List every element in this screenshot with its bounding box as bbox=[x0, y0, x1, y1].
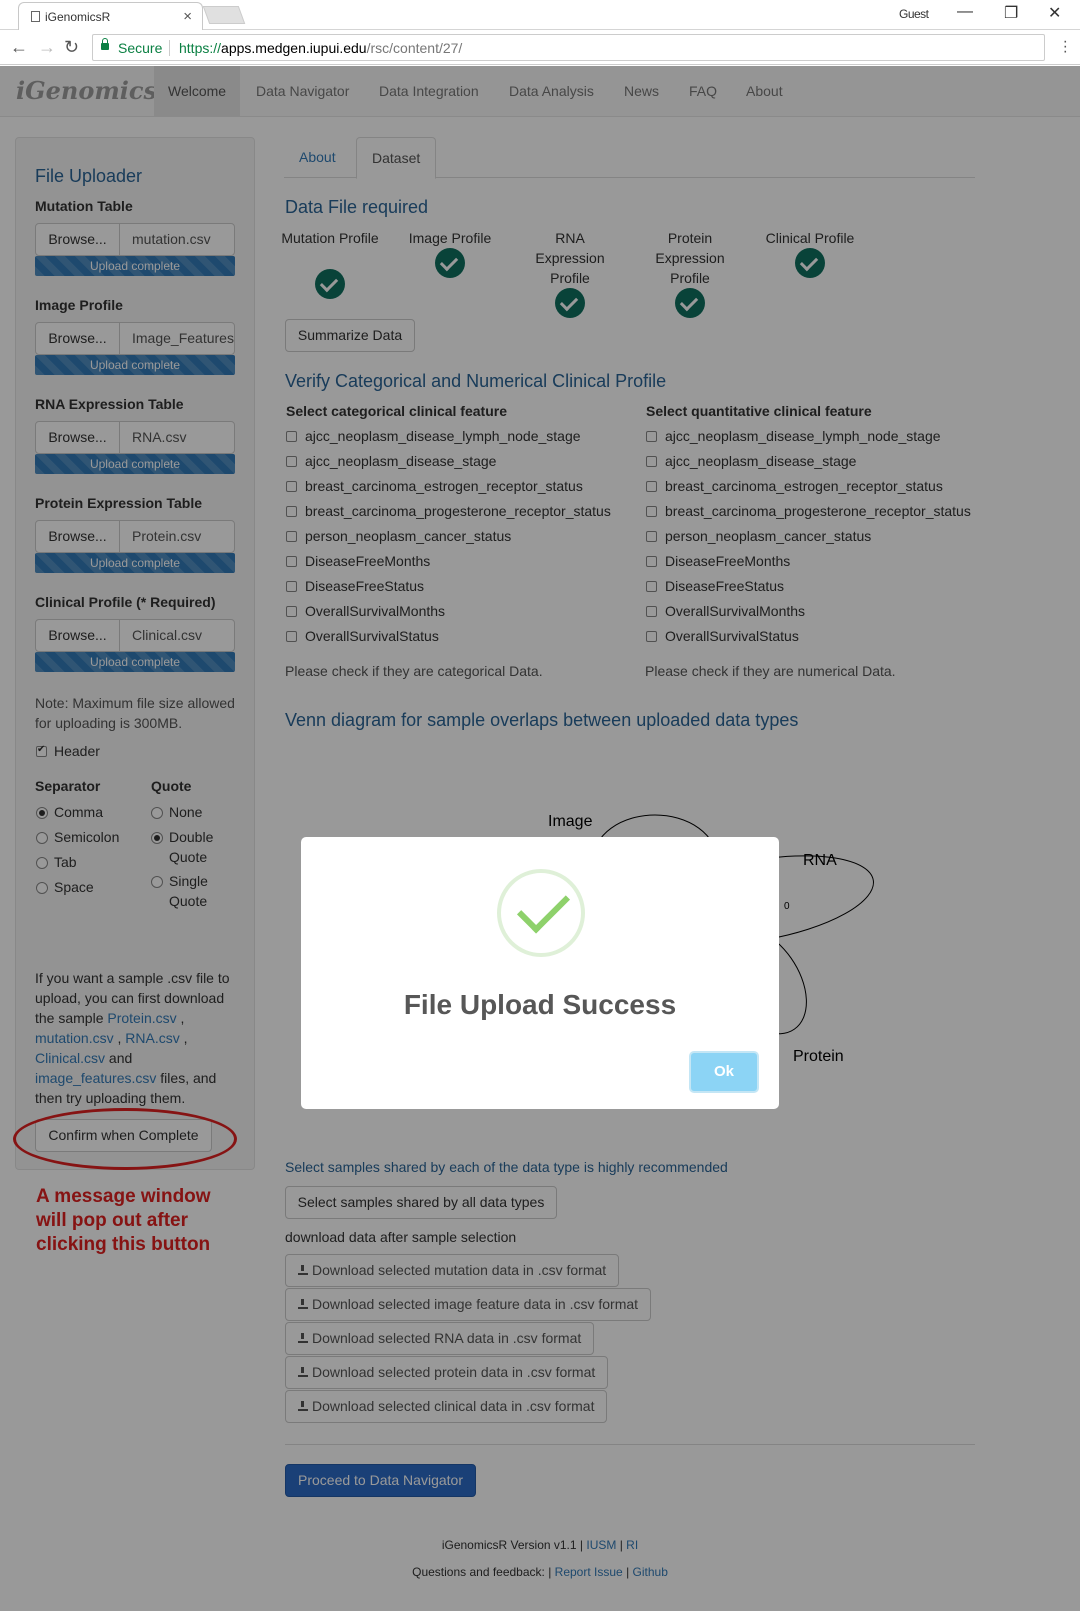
lock-icon bbox=[101, 38, 109, 50]
browser-tab-strip: iGenomicsR × Guest — ❐ ✕ bbox=[0, 0, 1080, 30]
address-bar-row: ← → ↻ Secure https://apps.medgen.iupui.e… bbox=[0, 31, 1080, 65]
reload-icon[interactable]: ↻ bbox=[64, 37, 79, 58]
divider bbox=[169, 40, 170, 56]
browser-tab[interactable]: iGenomicsR × bbox=[18, 2, 203, 30]
dialog-title: File Upload Success bbox=[403, 989, 677, 1020]
secure-label: Secure bbox=[118, 40, 163, 56]
success-check-icon bbox=[497, 869, 585, 957]
minimize-icon[interactable]: — bbox=[957, 3, 973, 21]
browser-menu-icon[interactable]: · · · bbox=[1063, 34, 1068, 60]
new-tab-button[interactable] bbox=[202, 6, 246, 24]
profile-label[interactable]: Guest bbox=[899, 7, 929, 21]
url-text[interactable]: https://apps.medgen.iupui.edu/rsc/conten… bbox=[179, 40, 462, 56]
back-icon[interactable]: ← bbox=[10, 37, 28, 58]
close-window-icon[interactable]: ✕ bbox=[1048, 3, 1061, 23]
tab-title: iGenomicsR bbox=[45, 10, 111, 24]
page-icon bbox=[31, 11, 40, 22]
ok-button[interactable]: Ok bbox=[689, 1051, 759, 1093]
address-bar[interactable]: Secure https://apps.medgen.iupui.edu/rsc… bbox=[92, 34, 1045, 61]
forward-icon[interactable]: → bbox=[38, 37, 56, 58]
restore-icon[interactable]: ❐ bbox=[1004, 3, 1018, 23]
success-dialog: File Upload Success Ok bbox=[301, 837, 779, 1109]
close-tab-icon[interactable]: × bbox=[183, 8, 192, 25]
